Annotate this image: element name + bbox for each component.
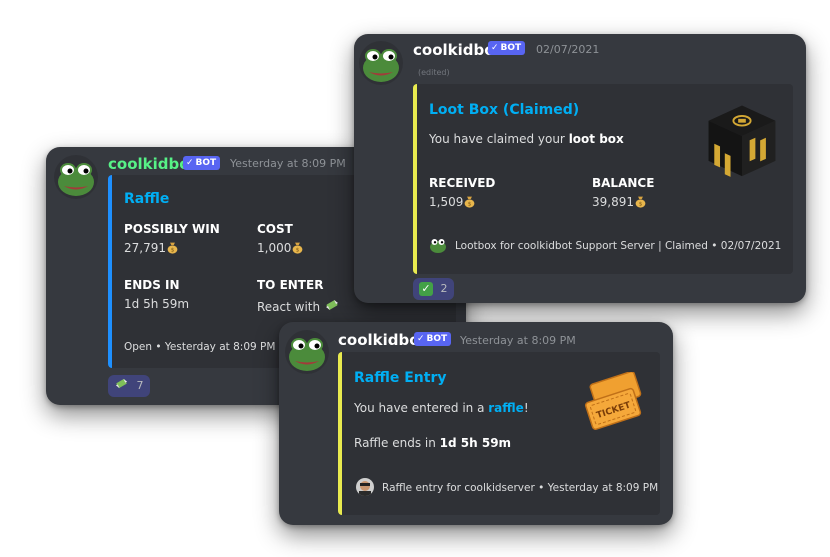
embed-title: Raffle bbox=[124, 191, 170, 207]
svg-text:$: $ bbox=[639, 202, 643, 208]
field-value: 27,791 $ bbox=[124, 241, 179, 255]
money-with-wings-icon bbox=[325, 300, 338, 310]
bot-badge: ✓ BOT bbox=[414, 332, 452, 346]
raffle-entry-message-card: coolkidbot ✓ BOT Yesterday at 8:09 PM Raf… bbox=[279, 322, 673, 525]
edited-label: (edited) bbox=[418, 68, 450, 77]
field-value: 1d 5h 59m bbox=[124, 297, 190, 311]
check-icon: ✓ bbox=[491, 43, 499, 53]
loot-box-image bbox=[708, 105, 776, 177]
embed-footer: Raffle entry for coolkidserver • Yesterd… bbox=[382, 482, 659, 494]
message-timestamp[interactable]: 02/07/2021 bbox=[536, 43, 599, 56]
pepe-frog-avatar[interactable] bbox=[54, 155, 98, 199]
reaction-money-with-wings[interactable]: 7 bbox=[108, 375, 150, 397]
message-timestamp[interactable]: Yesterday at 8:09 PM bbox=[230, 157, 346, 170]
field-value: 1,509 $ bbox=[429, 195, 476, 209]
lootbox-embed: Loot Box (Claimed) You have claimed your… bbox=[413, 84, 793, 274]
raffle-link[interactable]: raffle bbox=[488, 401, 524, 415]
embed-description: You have entered in a raffle! bbox=[354, 401, 529, 415]
embed-description: You have claimed your loot box bbox=[429, 132, 624, 146]
embed-footer: Open • Yesterday at 8:09 PM bbox=[124, 341, 276, 353]
embed-footer: Lootbox for coolkidbot Support Server | … bbox=[455, 240, 782, 252]
footer-avatar-icon bbox=[356, 478, 374, 496]
check-icon: ✓ bbox=[417, 334, 425, 344]
raffle-ends-text: Raffle ends in 1d 5h 59m bbox=[354, 436, 512, 450]
check-icon: ✓ bbox=[186, 158, 194, 168]
pepe-frog-avatar[interactable] bbox=[285, 330, 329, 374]
field-value: 39,891 $ bbox=[592, 195, 647, 209]
raffle-entry-embed: Raffle Entry You have entered in a raffl… bbox=[338, 352, 660, 515]
money-bag-icon: $ bbox=[167, 242, 178, 254]
reaction-count: 7 bbox=[136, 379, 144, 392]
check-mark-icon: ✓ bbox=[419, 282, 433, 296]
footer-icon bbox=[429, 236, 447, 254]
embed-title: Raffle Entry bbox=[354, 370, 447, 386]
bot-badge: ✓ BOT bbox=[488, 41, 526, 55]
bot-badge: ✓ BOT bbox=[183, 156, 221, 170]
field-value: React with bbox=[257, 297, 340, 314]
field-name: RECEIVED bbox=[429, 176, 496, 190]
svg-text:$: $ bbox=[296, 248, 300, 254]
reaction-count: 2 bbox=[440, 282, 448, 295]
money-bag-icon: $ bbox=[635, 196, 646, 208]
field-name: POSSIBLY WIN bbox=[124, 222, 220, 236]
embed-title: Loot Box (Claimed) bbox=[429, 102, 580, 118]
field-name: TO ENTER bbox=[257, 278, 324, 292]
message-timestamp[interactable]: Yesterday at 8:09 PM bbox=[460, 334, 576, 347]
lootbox-message-card: coolkidbot ✓ BOT 02/07/2021 (edited) Loot… bbox=[354, 34, 806, 303]
money-bag-icon: $ bbox=[464, 196, 475, 208]
field-name: BALANCE bbox=[592, 176, 655, 190]
svg-text:$: $ bbox=[171, 248, 175, 254]
field-value: 1,000 $ bbox=[257, 241, 304, 255]
field-name: COST bbox=[257, 222, 293, 236]
pepe-frog-avatar[interactable] bbox=[359, 41, 403, 85]
money-with-wings-icon bbox=[115, 378, 128, 389]
money-bag-icon: $ bbox=[292, 242, 303, 254]
reaction-check[interactable]: ✓ 2 bbox=[413, 278, 454, 300]
ticket-image: TICKET bbox=[584, 372, 642, 430]
svg-text:$: $ bbox=[468, 202, 472, 208]
field-name: ENDS IN bbox=[124, 278, 180, 292]
